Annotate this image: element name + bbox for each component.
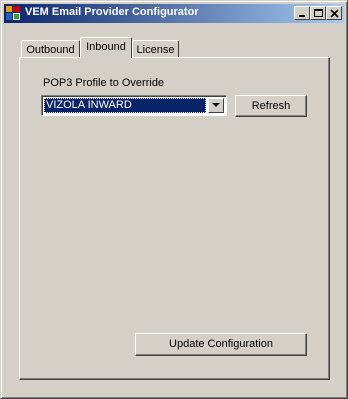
tab-license-label: License — [136, 44, 175, 56]
tab-inbound[interactable]: Inbound — [80, 37, 132, 58]
tab-inbound-label: Inbound — [86, 41, 126, 53]
minimize-icon — [299, 15, 305, 17]
maximize-button[interactable] — [310, 6, 326, 20]
chevron-down-icon — [212, 103, 220, 107]
dropdown-button[interactable] — [208, 98, 224, 113]
pop3-profile-label: POP3 Profile to Override — [43, 77, 165, 89]
app-window: VEM Email Provider Configurator Outbound… — [0, 0, 348, 399]
tab-outbound-label: Outbound — [26, 44, 75, 56]
pop3-profile-select[interactable]: VIZOLA INWARD — [41, 95, 227, 116]
app-icon[interactable] — [6, 6, 20, 20]
minimize-button[interactable] — [294, 6, 310, 20]
maximize-icon — [314, 9, 323, 17]
tab-outbound[interactable]: Outbound — [21, 40, 80, 58]
window-title: VEM Email Provider Configurator — [25, 6, 199, 18]
close-button[interactable] — [326, 6, 342, 20]
update-configuration-button[interactable]: Update Configuration — [135, 333, 307, 356]
close-icon — [330, 9, 339, 18]
tab-license[interactable]: License — [132, 40, 179, 58]
refresh-button[interactable]: Refresh — [235, 95, 307, 117]
pop3-profile-selected-value: VIZOLA INWARD — [44, 98, 206, 113]
title-bar[interactable]: VEM Email Provider Configurator — [4, 4, 344, 23]
